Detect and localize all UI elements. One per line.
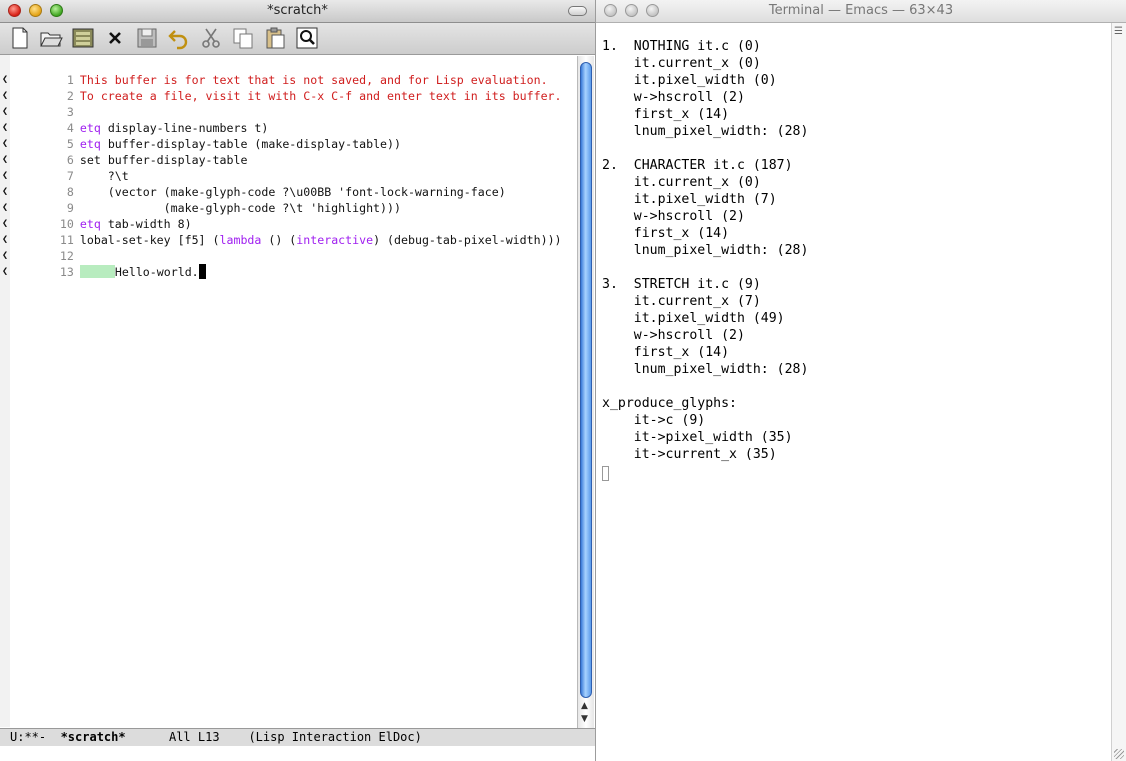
continuation-arrow-icon: ❮	[2, 186, 9, 197]
close-icon[interactable]	[103, 26, 127, 50]
close-window-icon[interactable]	[8, 4, 21, 17]
code-line-8: ❮ 8 (vector (make-glyph-code ?\u00BB 'fon…	[2, 185, 506, 199]
zoom-window-icon[interactable]	[50, 4, 63, 17]
continuation-arrow-icon: ❮	[2, 202, 9, 213]
code-line-4: ❮ 4 etq display-line-numbers t)	[2, 121, 269, 135]
minimize-window-icon[interactable]	[29, 4, 42, 17]
code-line-10: ❮ 10 etq tab-width 8)	[2, 217, 192, 231]
mode-line[interactable]: U:**- *scratch* All L13 (Lisp Interactio…	[0, 728, 595, 746]
terminal-line: 1. NOTHING it.c (0)	[602, 39, 761, 54]
continuation-arrow-icon: ❮	[2, 90, 9, 101]
modeline-modes[interactable]: (Lisp Interaction ElDoc)	[248, 730, 421, 744]
continuation-arrow-icon: ❮	[2, 170, 9, 181]
code-line-1: ❮ 1 This buffer is for text that is not sa…	[2, 73, 548, 87]
close-window-icon[interactable]	[604, 4, 617, 17]
terminal-line: it.current_x (7)	[602, 294, 761, 309]
undo-icon[interactable]	[167, 26, 191, 50]
code-line-2: ❮ 2 To create a file, visit it with C-x C-…	[2, 89, 562, 103]
continuation-arrow-icon: ❮	[2, 138, 9, 149]
open-folder-icon[interactable]	[39, 26, 63, 50]
continuation-arrow-icon: ❮	[2, 74, 9, 85]
code-line-6: ❮ 6 set buffer-display-table	[2, 153, 248, 167]
search-icon[interactable]	[295, 26, 319, 50]
terminal-line: x_produce_glyphs:	[602, 396, 737, 411]
scratch-buffer-text[interactable]: ❮ 1 This buffer is for text that is not sa…	[2, 56, 576, 726]
terminal-line: lnum_pixel_width: (28)	[602, 362, 809, 377]
emacs-window: *scratch* ❮ 1 This buffer is for text th…	[0, 0, 595, 761]
code-line-7: ❮ 7 ?\t	[2, 169, 129, 183]
continuation-arrow-icon: ❮	[2, 106, 9, 117]
emacs-toolbar	[0, 23, 595, 55]
terminal-window-title: Terminal — Emacs — 63×43	[768, 3, 954, 18]
terminal-line: first_x (14)	[602, 107, 730, 122]
copy-icon[interactable]	[231, 26, 255, 50]
text-cursor	[198, 264, 206, 279]
minimize-window-icon[interactable]	[625, 4, 638, 17]
code-line-11: ❮ 11 lobal-set-key [f5] (lambda () (intera…	[2, 233, 562, 247]
modeline-buffer-name[interactable]: *scratch*	[61, 730, 126, 744]
vertical-scrollbar[interactable]: ▲ ▼	[577, 56, 594, 728]
paste-icon[interactable]	[263, 26, 287, 50]
save-icon[interactable]	[135, 26, 159, 50]
continuation-arrow-icon: ❮	[2, 154, 9, 165]
terminal-line: it.pixel_width (7)	[602, 192, 777, 207]
terminal-line: 2. CHARACTER it.c (187)	[602, 158, 793, 173]
emacs-titlebar[interactable]: *scratch*	[0, 0, 595, 23]
terminal-scrollbar[interactable]	[1111, 23, 1126, 761]
code-line-12: ❮ 12	[2, 249, 74, 263]
modeline-position: All L13	[168, 730, 220, 744]
code-line-9: ❮ 9 (make-glyph-code ?\t 'highlight)))	[2, 201, 401, 215]
continuation-arrow-icon: ❮	[2, 218, 9, 229]
terminal-line: w->hscroll (2)	[602, 90, 745, 105]
terminal-output[interactable]: 1. NOTHING it.c (0) it.current_x (0) it.…	[602, 38, 1107, 738]
modeline-status: U:**-	[10, 730, 47, 744]
scrollbar-thumb[interactable]	[580, 62, 592, 698]
terminal-split-icon[interactable]: ☰	[1114, 26, 1123, 37]
terminal-line: first_x (14)	[602, 345, 730, 360]
continuation-arrow-icon: ❮	[2, 234, 9, 245]
continuation-arrow-icon: ❮	[2, 122, 9, 133]
resize-grip-icon[interactable]	[1114, 749, 1124, 759]
minibuffer[interactable]	[0, 746, 595, 761]
dired-icon[interactable]	[71, 26, 95, 50]
terminal-line: w->hscroll (2)	[602, 209, 745, 224]
terminal-line: first_x (14)	[602, 226, 730, 241]
terminal-line: it.pixel_width (0)	[602, 73, 777, 88]
terminal-line: it->pixel_width (35)	[602, 430, 793, 445]
terminal-line: lnum_pixel_width: (28)	[602, 243, 809, 258]
terminal-line: it.current_x (0)	[602, 56, 761, 71]
emacs-window-title: *scratch*	[267, 3, 328, 18]
terminal-line: w->hscroll (2)	[602, 328, 745, 343]
terminal-line: 3. STRETCH it.c (9)	[602, 277, 761, 292]
code-line-3: ❮ 3	[2, 105, 74, 119]
continuation-arrow-icon: ❮	[2, 266, 9, 277]
terminal-cursor	[602, 466, 609, 481]
highlighted-tab-glyph	[79, 265, 115, 278]
toolbar-toggle-icon[interactable]	[568, 6, 587, 16]
continuation-arrow-icon: ❮	[2, 250, 9, 261]
code-line-13: ❮ 13 Hello-world.	[2, 248, 206, 279]
code-line-5: ❮ 5 etq buffer-display-table (make-display…	[2, 137, 401, 151]
terminal-line: it->current_x (35)	[602, 447, 777, 462]
terminal-window: Terminal — Emacs — 63×43 1. NOTHING it.c…	[595, 0, 1126, 761]
terminal-titlebar[interactable]: Terminal — Emacs — 63×43	[596, 0, 1126, 23]
scroll-down-icon[interactable]: ▼	[581, 714, 588, 724]
scroll-up-icon[interactable]: ▲	[581, 701, 588, 711]
new-file-icon[interactable]	[8, 26, 32, 50]
terminal-line: it.pixel_width (49)	[602, 311, 785, 326]
terminal-line: lnum_pixel_width: (28)	[602, 124, 809, 139]
terminal-line: it->c (9)	[602, 413, 706, 428]
cut-icon[interactable]	[199, 26, 223, 50]
zoom-window-icon[interactable]	[646, 4, 659, 17]
terminal-line: it.current_x (0)	[602, 175, 761, 190]
